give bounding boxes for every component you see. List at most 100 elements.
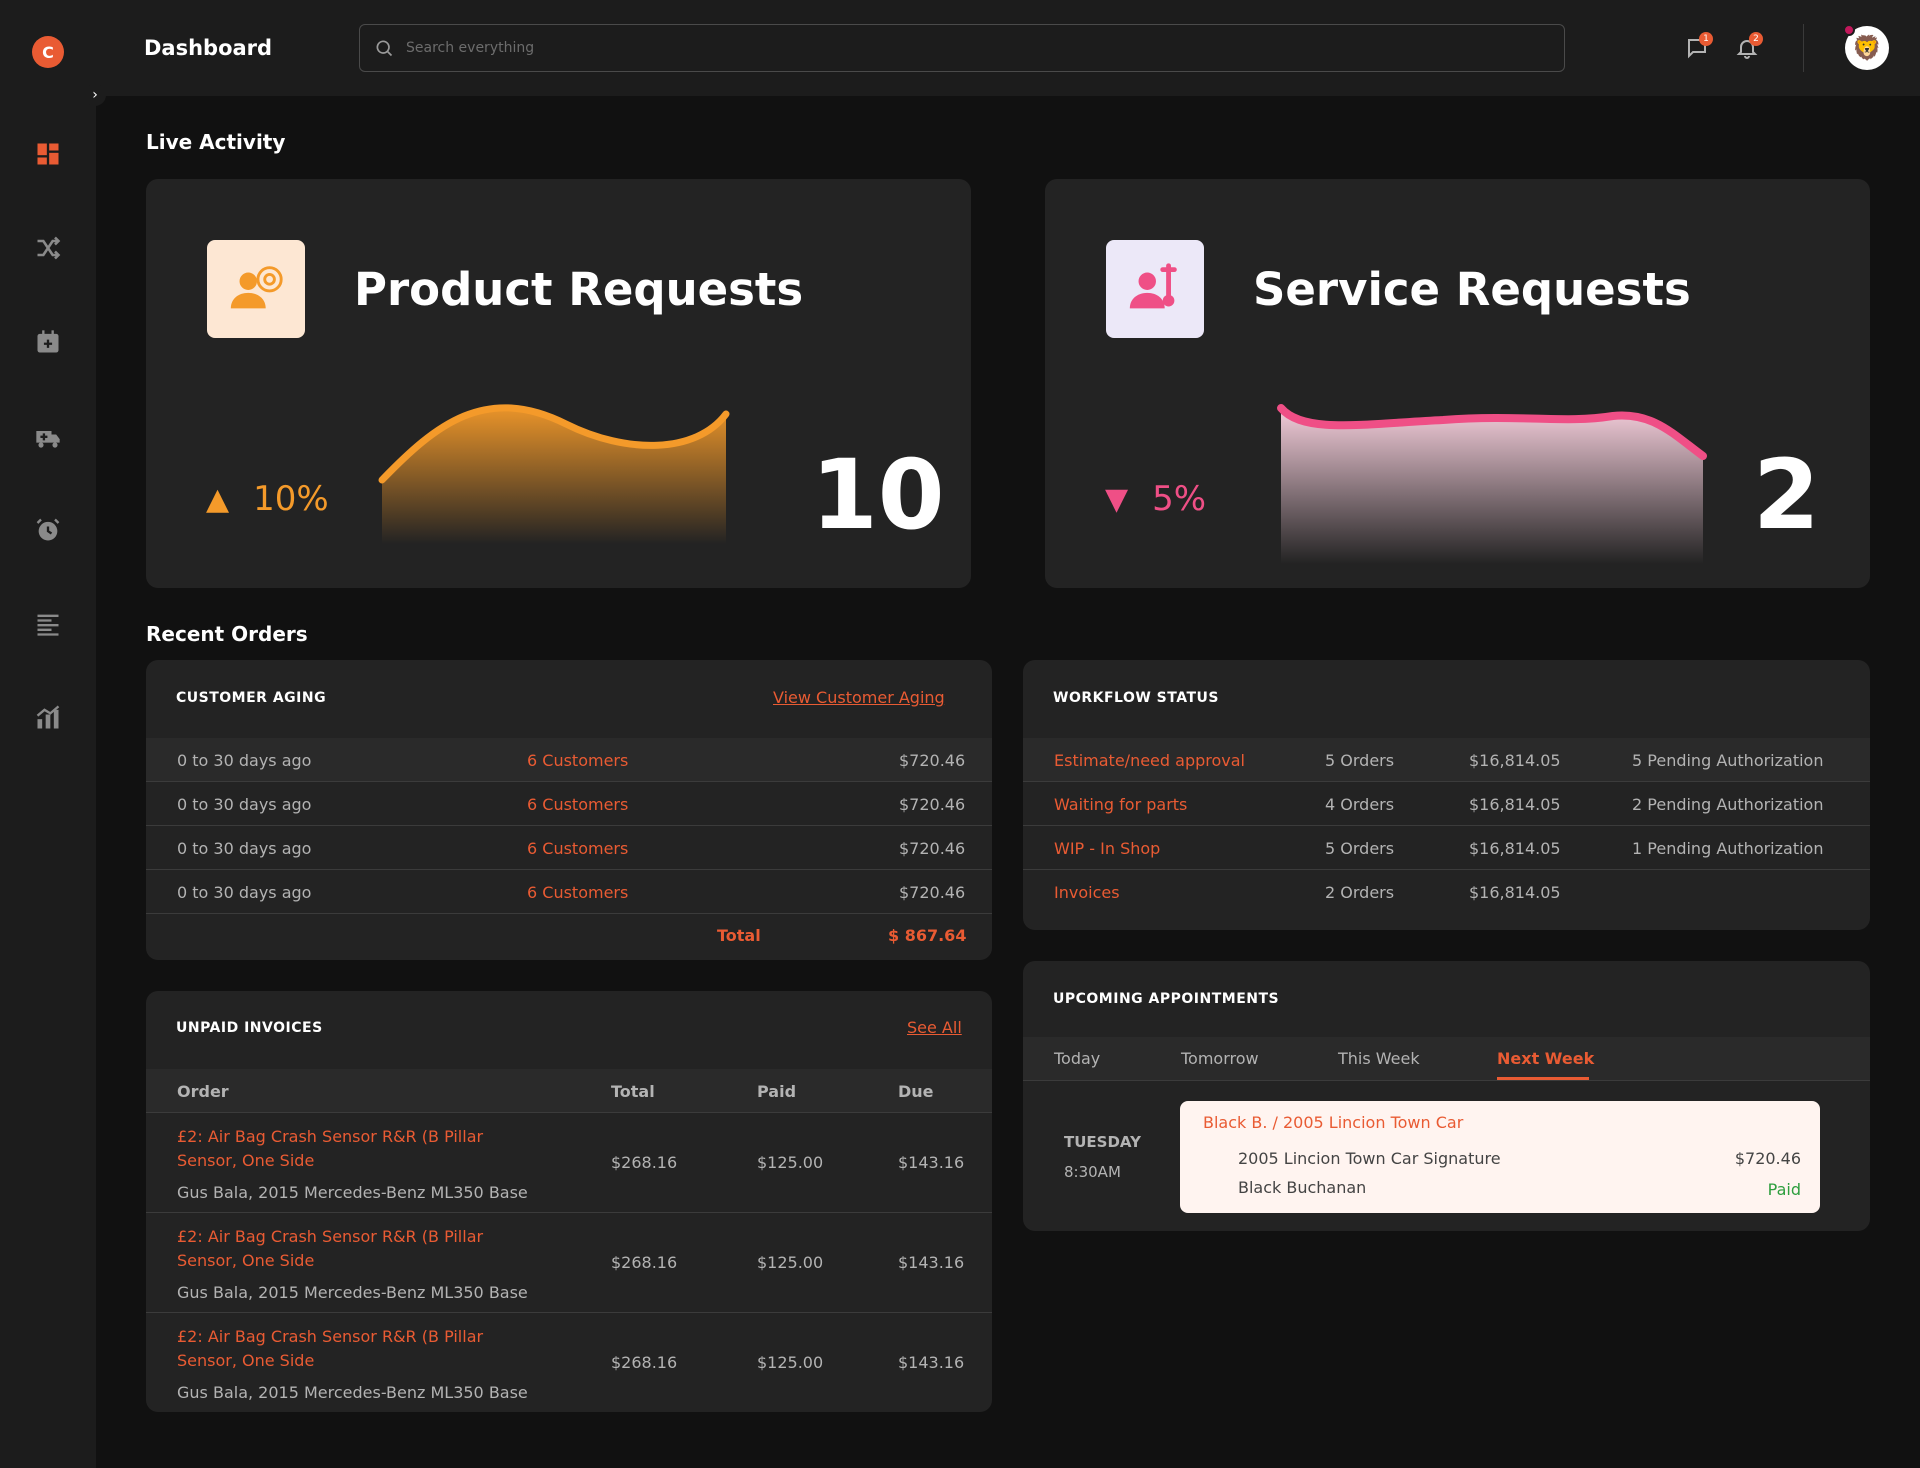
unpaid-invoices-panel: UNPAID INVOICES See All Order Total Paid… [146,991,992,1412]
invoice-order-line1: £2: Air Bag Crash Sensor R&R (B Pillar [177,1227,484,1246]
workflow-status-link[interactable]: Estimate/need approval [1054,751,1245,770]
workflow-amount: $16,814.05 [1469,839,1561,858]
invoice-total: $268.16 [611,1353,678,1372]
service-requests-title: Service Requests [1253,263,1691,316]
workflow-pending: 2 Pending Authorization [1632,795,1824,814]
dashboard-icon[interactable] [32,138,64,170]
service-requests-trend: ▼ 5% [1105,479,1206,519]
workflow-status-link[interactable]: Invoices [1054,883,1120,902]
invoice-paid: $125.00 [757,1153,824,1172]
appointment-status: Paid [1767,1180,1801,1199]
appointment-day: TUESDAY [1064,1133,1141,1151]
shuffle-icon[interactable] [32,232,64,264]
invoice-order-link[interactable]: £2: Air Bag Crash Sensor R&R (B Pillar S… [177,1225,483,1273]
aging-customers-link[interactable]: 6 Customers [527,883,628,902]
upcoming-appointments-panel: UPCOMING APPOINTMENTS Today Tomorrow Thi… [1023,961,1870,1231]
appointment-tabs: Today Tomorrow This Week Next Week [1023,1037,1870,1081]
tab-today[interactable]: Today [1054,1049,1100,1068]
messages-badge: 1 [1699,32,1713,46]
invoice-due: $143.16 [898,1153,965,1172]
invoice-order-line2: Sensor, One Side [177,1151,315,1170]
service-requests-card[interactable]: Service Requests ▼ 5% 2 [1045,179,1870,588]
invoice-order-link[interactable]: £2: Air Bag Crash Sensor R&R (B Pillar S… [177,1125,483,1173]
invoice-customer: Gus Bala, 2015 Mercedes-Benz ML350 Base [177,1383,528,1402]
customer-aging-title: CUSTOMER AGING [176,690,327,706]
notifications-button[interactable]: 2 [1735,32,1763,60]
search-icon [376,40,393,57]
invoice-order-line1: £2: Air Bag Crash Sensor R&R (B Pillar [177,1127,484,1146]
appointment-heading[interactable]: Black B. / 2005 Lincion Town Car [1203,1113,1463,1132]
workflow-amount: $16,814.05 [1469,795,1561,814]
messages-button[interactable]: 1 [1685,32,1713,60]
aging-row: 0 to 30 days ago 6 Customers $720.46 [146,738,992,782]
aging-total-value: $ 867.64 [888,926,967,945]
workflow-amount: $16,814.05 [1469,883,1561,902]
aging-customers-link[interactable]: 6 Customers [527,795,628,814]
header-divider [1803,24,1804,72]
tab-this-week[interactable]: This Week [1338,1049,1420,1068]
aging-customers-link[interactable]: 6 Customers [527,751,628,770]
aging-amount: $720.46 [899,883,966,902]
workflow-row: WIP - In Shop 5 Orders $16,814.05 1 Pend… [1023,826,1870,870]
service-requests-icon-box [1106,240,1204,338]
invoice-paid: $125.00 [757,1253,824,1272]
aging-customers-link[interactable]: 6 Customers [527,839,628,858]
column-paid: Paid [757,1082,797,1101]
service-requests-sparkline [1277,404,1707,564]
invoice-order-link[interactable]: £2: Air Bag Crash Sensor R&R (B Pillar S… [177,1325,483,1373]
truck-medical-icon[interactable] [32,422,64,454]
sidebar: C [0,0,96,1468]
sidebar-expand-button[interactable]: › [84,84,106,106]
chart-icon[interactable] [32,702,64,734]
search-bar[interactable] [359,24,1565,72]
workflow-row: Invoices 2 Orders $16,814.05 [1023,870,1870,914]
view-customer-aging-link[interactable]: View Customer Aging [773,688,945,707]
product-requests-count: 10 [811,439,945,551]
user-avatar[interactable]: 🦁 [1843,24,1889,70]
aging-row: 0 to 30 days ago 6 Customers $720.46 [146,870,992,914]
product-requests-card[interactable]: Product Requests ▲ 10% 10 [146,179,971,588]
aging-row: 0 to 30 days ago 6 Customers $720.46 [146,782,992,826]
invoice-row[interactable]: £2: Air Bag Crash Sensor R&R (B Pillar S… [146,1313,992,1412]
workflow-amount: $16,814.05 [1469,751,1561,770]
workflow-status-title: WORKFLOW STATUS [1053,690,1219,706]
workflow-orders: 5 Orders [1325,751,1395,770]
workflow-pending: 1 Pending Authorization [1632,839,1824,858]
invoices-table-header: Order Total Paid Due [146,1069,992,1113]
active-tab-indicator [1497,1077,1589,1080]
tab-tomorrow[interactable]: Tomorrow [1181,1049,1259,1068]
text-align-left-icon[interactable] [32,608,64,640]
aging-range: 0 to 30 days ago [177,795,312,814]
invoice-paid: $125.00 [757,1353,824,1372]
service-requests-count: 2 [1753,439,1820,551]
invoice-row[interactable]: £2: Air Bag Crash Sensor R&R (B Pillar S… [146,1213,992,1313]
workflow-orders: 2 Orders [1325,883,1395,902]
invoice-due: $143.16 [898,1353,965,1372]
search-input[interactable] [406,40,1506,56]
service-requests-trend-value: 5% [1152,479,1207,519]
app-logo[interactable]: C [32,36,64,68]
invoice-row[interactable]: £2: Air Bag Crash Sensor R&R (B Pillar S… [146,1113,992,1213]
workflow-status-panel: WORKFLOW STATUS Estimate/need approval 5… [1023,660,1870,930]
chevron-right-icon: › [92,87,98,103]
invoice-total: $268.16 [611,1153,678,1172]
page-title: Dashboard [144,36,273,60]
live-activity-title: Live Activity [146,130,286,154]
calendar-add-icon[interactable] [32,326,64,358]
aging-amount: $720.46 [899,751,966,770]
aging-total-label: Total [717,926,761,945]
invoice-due: $143.16 [898,1253,965,1272]
appointment-customer: Black Buchanan [1238,1178,1367,1197]
invoice-order-line1: £2: Air Bag Crash Sensor R&R (B Pillar [177,1327,484,1346]
workflow-status-link[interactable]: WIP - In Shop [1054,839,1160,858]
workflow-status-link[interactable]: Waiting for parts [1054,795,1187,814]
aging-range: 0 to 30 days ago [177,839,312,858]
tab-next-week[interactable]: Next Week [1497,1049,1594,1068]
invoice-order-line2: Sensor, One Side [177,1351,315,1370]
product-requests-sparkline [378,404,730,544]
product-requests-icon-box [207,240,305,338]
appointment-card[interactable]: Black B. / 2005 Lincion Town Car 2005 Li… [1180,1101,1820,1213]
alarm-clock-icon[interactable] [32,514,64,546]
top-header: Dashboard 1 2 🦁 [96,0,1920,96]
see-all-link[interactable]: See All [907,1018,962,1037]
